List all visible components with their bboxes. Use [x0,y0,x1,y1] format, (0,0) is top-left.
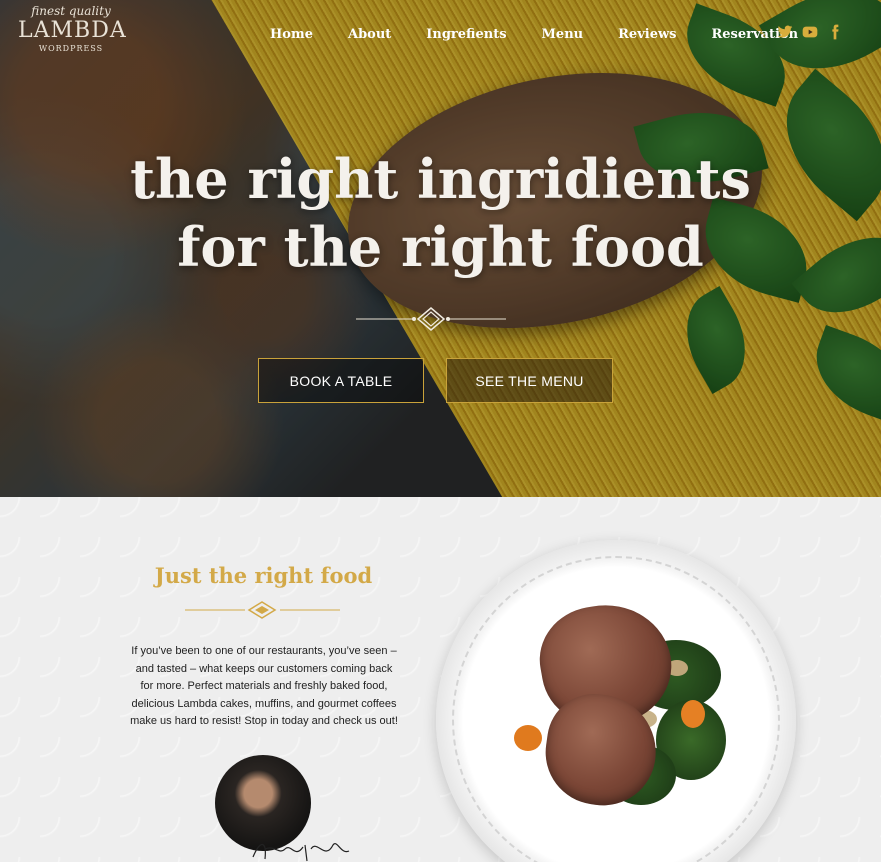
logo-title: LAMBDA [18,18,127,43]
nav-item-ingredients[interactable]: Ingrefients [426,27,506,42]
hero-heading-line1: the right ingridients [130,147,751,211]
hero-section: finest quality LAMBDA WORDPRESS Home Abo… [0,0,881,497]
nav-item-menu[interactable]: Menu [542,27,584,42]
about-section: Just the right food If you’ve been to on… [0,497,881,862]
top-navigation: finest quality LAMBDA WORDPRESS Home Abo… [0,0,881,70]
nav-item-reviews[interactable]: Reviews [618,27,676,42]
youtube-icon[interactable] [802,24,818,40]
hero-heading: the right ingridients for the right food [0,145,881,281]
hero-heading-line2: for the right food [177,215,704,279]
twitter-icon[interactable] [777,24,793,40]
logo-tagline: finest quality [31,4,111,18]
logo-subtitle: WORDPRESS [38,44,104,53]
about-paragraph: If you’ve been to one of our restaurants… [130,645,398,727]
nav-item-home[interactable]: Home [270,27,313,42]
ornament-divider [356,307,506,331]
steak-plate-image [436,540,796,862]
site-logo[interactable]: finest quality LAMBDA WORDPRESS [18,4,127,54]
social-links [777,24,843,40]
main-menu: Home About Ingrefients Menu Reviews Rese… [270,27,833,42]
gold-ornament-divider [185,601,340,619]
nav-item-about[interactable]: About [348,27,391,42]
book-table-button[interactable]: BOOK A TABLE [258,358,424,403]
facebook-icon[interactable] [827,24,843,40]
about-heading: Just the right food [154,563,373,588]
chef-signature [252,843,350,862]
see-menu-button[interactable]: SEE THE MENU [446,358,613,403]
